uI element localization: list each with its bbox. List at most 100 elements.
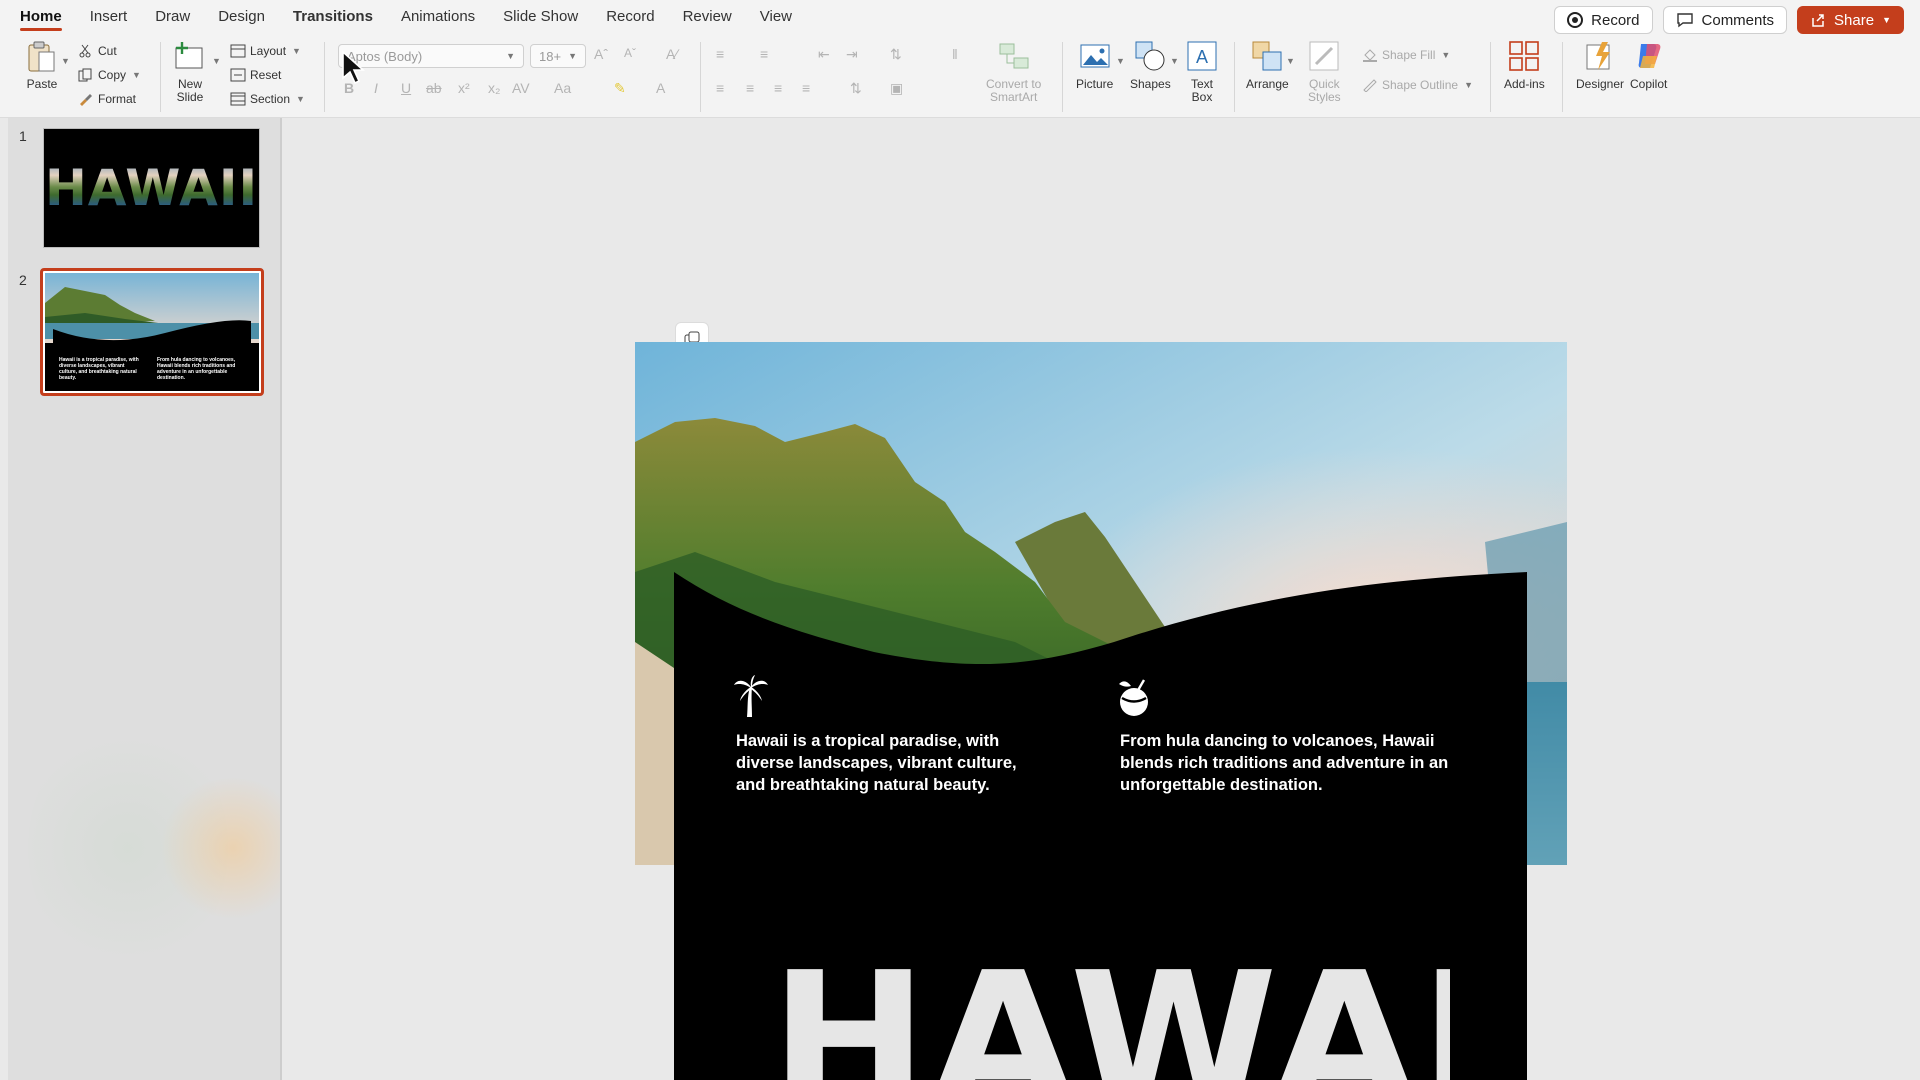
tab-home[interactable]: Home (6, 0, 76, 34)
layout-label: Layout (250, 44, 287, 58)
chevron-down-icon[interactable]: ▼ (132, 70, 141, 80)
convert-smartart-button[interactable]: Convert to SmartArt (986, 40, 1041, 104)
ribbon-divider (700, 42, 701, 112)
tab-record[interactable]: Record (592, 0, 668, 34)
paste-label: Paste (26, 77, 58, 91)
chevron-down-icon[interactable]: ▼ (292, 46, 301, 56)
bullets-icon[interactable]: ≡ (716, 46, 724, 62)
tab-draw[interactable]: Draw (141, 0, 204, 34)
format-painter-button[interactable]: Format (78, 90, 136, 108)
picture-label: Picture (1076, 77, 1114, 91)
chevron-down-icon[interactable]: ▼ (1882, 15, 1891, 25)
add-ins-button[interactable]: Add-ins (1504, 40, 1545, 91)
tab-review[interactable]: Review (669, 0, 746, 34)
text-box-button[interactable]: A Text Box (1186, 40, 1218, 104)
clear-formatting-icon[interactable]: A∕ (666, 46, 678, 62)
ribbon-divider (1234, 42, 1235, 112)
slide-thumbnail-1[interactable]: HAWAII (43, 128, 260, 248)
slide-number: 2 (19, 272, 27, 288)
picture-button[interactable]: Picture (1076, 40, 1113, 91)
slide-canvas[interactable]: Hawaii is a tropical paradise, with dive… (635, 342, 1567, 1080)
reset-button[interactable]: Reset (230, 66, 281, 84)
chevron-down-icon[interactable]: ▼ (1170, 56, 1179, 66)
chevron-down-icon[interactable]: ▼ (212, 56, 221, 66)
copilot-button[interactable]: Copilot (1630, 40, 1667, 91)
section-button[interactable]: Section ▼ (230, 90, 305, 108)
paste-button[interactable]: Paste (26, 40, 58, 91)
new-slide-button[interactable]: New Slide (174, 40, 206, 104)
share-button[interactable]: Share ▼ (1797, 6, 1904, 34)
cut-button[interactable]: Cut (78, 42, 117, 60)
align-text-icon[interactable]: ▣ (890, 80, 903, 97)
ribbon-divider (1062, 42, 1063, 112)
comments-label: Comments (1701, 11, 1775, 29)
decrease-indent-icon[interactable]: ⇤ (818, 46, 830, 63)
italic-icon[interactable]: I (374, 80, 378, 96)
palm-tree-icon (734, 675, 768, 717)
left-body-text[interactable]: Hawaii is a tropical paradise, with dive… (736, 730, 1041, 796)
numbering-icon[interactable]: ≡ (760, 46, 768, 62)
subscript-icon[interactable]: x₂ (488, 80, 500, 96)
add-ins-icon (1508, 40, 1540, 72)
font-color-icon[interactable]: A (656, 80, 665, 96)
new-slide-icon (174, 40, 206, 72)
ribbon-divider (1490, 42, 1491, 112)
chevron-down-icon[interactable]: ▼ (61, 56, 70, 66)
superscript-icon[interactable]: x² (458, 80, 470, 96)
right-body-text[interactable]: From hula dancing to volcanoes, Hawaii b… (1120, 730, 1455, 796)
shape-outline-button[interactable]: Shape Outline ▼ (1362, 76, 1473, 94)
ribbon-divider (160, 42, 161, 112)
highlighter-icon[interactable]: ✎ (614, 80, 626, 97)
increase-indent-icon[interactable]: ⇥ (846, 46, 858, 63)
increase-font-icon[interactable]: Aˆ (594, 46, 608, 62)
character-spacing-icon[interactable]: AV (512, 80, 530, 96)
strikethrough-icon[interactable]: ab (426, 80, 442, 96)
slide-thumbnail-pane[interactable]: 1 HAWAII 2 Hawaii is a tropical paradise… (8, 118, 282, 1080)
tab-animations[interactable]: Animations (387, 0, 489, 34)
scissors-icon (78, 44, 92, 58)
justify-icon[interactable]: ≡ (802, 80, 810, 96)
record-button[interactable]: Record (1554, 6, 1653, 34)
underline-icon[interactable]: U (401, 80, 411, 96)
font-size-dropdown[interactable]: 18+ ▼ (530, 44, 586, 68)
pen-outline-icon (1362, 78, 1377, 93)
shapes-icon (1134, 40, 1166, 72)
paste-icon (26, 40, 58, 72)
convert-label-2: SmartArt (990, 90, 1038, 104)
text-direction-icon[interactable]: ⇅ (850, 80, 862, 97)
columns-icon[interactable]: ‖ (952, 46, 958, 62)
copy-button[interactable]: Copy ▼ (78, 66, 141, 84)
change-case-icon[interactable]: Aa (554, 80, 571, 96)
decrease-font-icon[interactable]: Aˇ (624, 46, 636, 60)
tab-transitions[interactable]: Transitions (279, 0, 387, 34)
slide-title-text[interactable]: HAWAII (770, 952, 1450, 1080)
shape-fill-button[interactable]: Shape Fill ▼ (1362, 46, 1450, 64)
comment-icon (1676, 13, 1693, 28)
record-label: Record (1591, 11, 1640, 29)
ribbon-divider (1562, 42, 1563, 112)
picture-icon (1079, 40, 1111, 72)
chevron-down-icon[interactable]: ▼ (1116, 56, 1125, 66)
comments-button[interactable]: Comments (1662, 6, 1788, 34)
tab-slide-show[interactable]: Slide Show (489, 0, 592, 34)
quick-styles-button[interactable]: Quick Styles (1308, 40, 1341, 104)
chevron-down-icon[interactable]: ▼ (1286, 56, 1295, 66)
tab-view[interactable]: View (746, 0, 806, 34)
mouse-cursor-icon (342, 50, 366, 85)
paint-bucket-icon (1362, 48, 1377, 62)
add-ins-label: Add-ins (1504, 77, 1545, 91)
align-right-icon[interactable]: ≡ (774, 80, 782, 96)
designer-button[interactable]: Designer (1576, 40, 1624, 91)
shapes-button[interactable]: Shapes (1130, 40, 1171, 91)
chevron-down-icon[interactable]: ▼ (296, 94, 305, 104)
tab-design[interactable]: Design (204, 0, 279, 34)
arrange-button[interactable]: Arrange (1246, 40, 1289, 91)
chevron-down-icon: ▼ (506, 51, 515, 61)
tab-insert[interactable]: Insert (76, 0, 142, 34)
layout-button[interactable]: Layout ▼ (230, 42, 301, 60)
align-center-icon[interactable]: ≡ (746, 80, 754, 96)
slide-thumbnail-2[interactable]: Hawaii is a tropical paradise, with dive… (40, 268, 264, 396)
align-left-icon[interactable]: ≡ (716, 80, 724, 96)
line-spacing-icon[interactable]: ⇅ (890, 46, 902, 63)
record-icon (1567, 12, 1584, 28)
